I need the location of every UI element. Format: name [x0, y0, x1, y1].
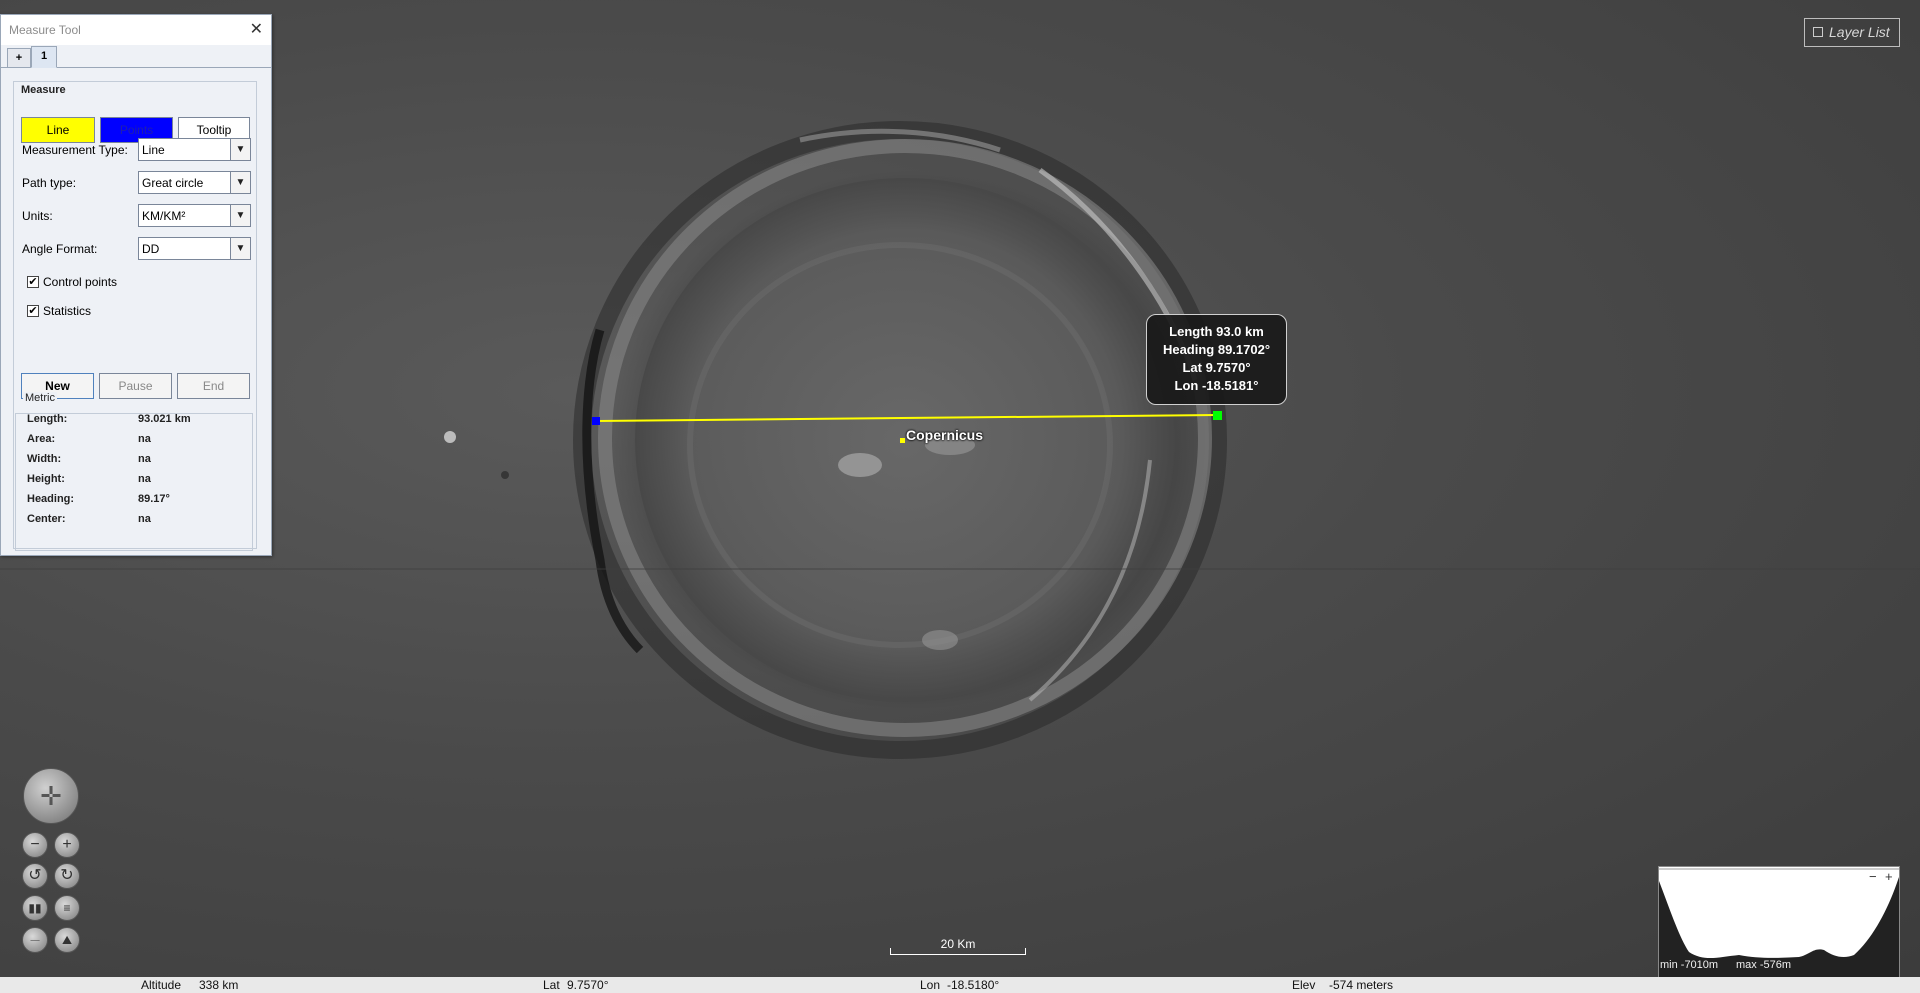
tilt-up-icon[interactable]: ▮▮ [22, 895, 48, 921]
chevron-down-icon: ▼ [230, 205, 250, 226]
metric-label: Area: [27, 433, 56, 445]
status-bar: Altitude 338 km Lat 9.7570° Lon -18.5180… [0, 977, 1920, 993]
zoom-out-icon[interactable]: − [22, 832, 48, 858]
end-button[interactable]: End [177, 373, 250, 399]
metric-label: Heading: [27, 493, 75, 505]
pause-button[interactable]: Pause [99, 373, 172, 399]
scalebar: 20 Km [890, 937, 1026, 955]
close-icon[interactable]: ✕ [250, 22, 263, 38]
metric-label: Length: [27, 413, 68, 425]
angle-format-label: Angle Format: [22, 242, 98, 256]
tab-1[interactable]: 1 [31, 46, 57, 68]
metric-label: Center: [27, 513, 66, 525]
tilt-down-icon[interactable]: ≡ [54, 895, 80, 921]
lon-value: -18.5180° [947, 978, 1000, 992]
rotate-left-icon[interactable]: ↺ [22, 863, 48, 889]
measurement-tooltip: Length 93.0 km Heading 89.1702° Lat 9.75… [1146, 314, 1287, 405]
profile-expand-icon: + [1885, 869, 1893, 884]
exaggeration-up-icon[interactable]: ⛰ [54, 927, 80, 953]
profile-shrink-icon: − [1869, 869, 1877, 884]
rotate-right-icon[interactable]: ↻ [54, 863, 80, 889]
elev-value: -574 meters [1329, 978, 1394, 992]
metric-label: Height: [27, 473, 65, 485]
measurement-type-select[interactable]: Line ▼ [138, 138, 251, 161]
lat-value: 9.7570° [567, 978, 609, 992]
chevron-down-icon: ▼ [230, 172, 250, 193]
metric-area-value: na [138, 433, 151, 445]
scalebar-bar [890, 948, 1026, 955]
zoom-in-icon[interactable]: + [54, 832, 80, 858]
angle-format-value: DD [142, 242, 160, 256]
line-color-button[interactable]: Line [21, 117, 95, 143]
measurement-type-value: Line [142, 143, 165, 157]
units-label: Units: [22, 209, 53, 223]
measure-start-control-point[interactable] [592, 417, 600, 425]
altitude-value: 338 km [199, 978, 239, 992]
pan-compass-icon[interactable]: ✛ [23, 768, 79, 824]
layer-list-label: Layer List [1829, 24, 1890, 40]
profile-min: min -7010m [1660, 959, 1719, 971]
chevron-down-icon: ▼ [230, 238, 250, 259]
statistics-checkbox[interactable]: ✔ [27, 305, 39, 317]
measure-end-control-point[interactable] [1213, 411, 1222, 420]
metric-heading-value: 89.17° [138, 493, 170, 505]
metric-group-title: Metric [23, 392, 57, 404]
lon-label: Lon [920, 978, 941, 992]
tooltip-heading: Heading 89.1702° [1162, 342, 1271, 357]
elev-label: Elev [1292, 978, 1316, 992]
profile-graph: − + [1659, 867, 1899, 990]
metric-width-value: na [138, 453, 151, 465]
measure-tool-window: Measure Tool ✕ + 1 Measure Line Points T… [0, 14, 272, 556]
elevation-profile[interactable]: − + [1658, 866, 1900, 991]
add-tab-button[interactable]: + [7, 48, 31, 67]
control-points-label: Control points [43, 275, 118, 289]
units-select[interactable]: KM/KM² ▼ [138, 204, 251, 227]
tooltip-length: Length 93.0 km [1169, 324, 1264, 339]
metric-label: Width: [27, 453, 62, 465]
control-points-checkbox[interactable]: ✔ [27, 276, 39, 288]
statistics-label: Statistics [43, 304, 92, 318]
globe-map-view[interactable] [0, 0, 1920, 977]
crater-name-label: Copernicus [906, 427, 984, 443]
lat-label: Lat [543, 978, 560, 992]
units-value: KM/KM² [142, 209, 186, 223]
angle-format-select[interactable]: DD ▼ [138, 237, 251, 260]
path-type-label: Path type: [22, 176, 77, 190]
moon-terrain [0, 121, 1920, 759]
path-type-select[interactable]: Great circle ▼ [138, 171, 251, 194]
measurement-type-label: Measurement Type: [22, 143, 128, 157]
layer-list-checkbox-icon [1813, 27, 1823, 37]
profile-max: max -576m [1736, 959, 1792, 971]
metric-center-value: na [138, 513, 151, 525]
metric-height-value: na [138, 473, 151, 485]
chevron-down-icon: ▼ [230, 139, 250, 160]
measure-tabs: + 1 [1, 45, 271, 68]
exaggeration-down-icon[interactable]: ⏤ [22, 927, 48, 953]
copernicus-placemark-icon[interactable] [900, 438, 905, 443]
metric-length-value: 93.021 km [138, 413, 191, 425]
window-titlebar[interactable]: Measure Tool ✕ [1, 15, 271, 45]
measure-group-title: Measure [19, 84, 68, 96]
tooltip-lat: Lat 9.7570° [1182, 360, 1251, 375]
window-title: Measure Tool [9, 23, 81, 37]
altitude-label: Altitude [141, 978, 182, 992]
tooltip-lon: Lon -18.5181° [1174, 378, 1259, 393]
path-type-value: Great circle [142, 176, 204, 190]
layer-list-toggle[interactable]: Layer List [1804, 18, 1900, 47]
